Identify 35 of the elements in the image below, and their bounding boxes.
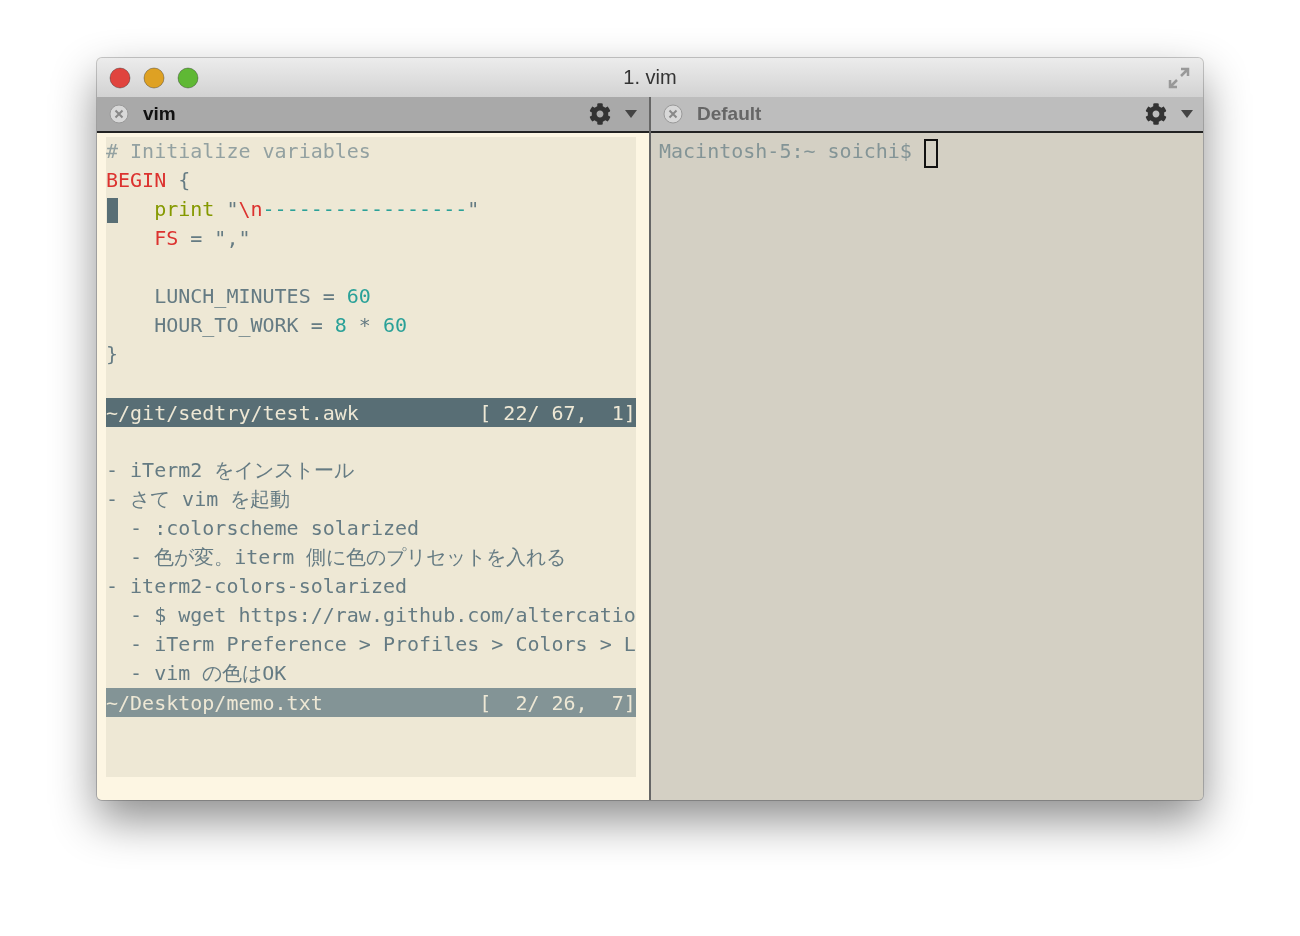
window-control-icon[interactable]: [109, 66, 131, 89]
tab-title: vim: [143, 103, 177, 125]
file-path: ~/git/sedtry/test.awk: [106, 400, 359, 425]
code-line: FS = ",": [153, 226, 251, 250]
code-line: - iTerm2 をインストール: [106, 458, 355, 482]
window-control-icon[interactable]: [143, 66, 165, 89]
block-cursor: [923, 139, 938, 169]
code-line: }: [106, 342, 119, 366]
window-control-icon[interactable]: [177, 66, 199, 89]
settings-icon[interactable]: [1145, 103, 1167, 125]
code-line: - iterm2-colors-solarized: [106, 574, 408, 598]
code-line: - :colorscheme solarized: [129, 516, 420, 540]
settings-icon[interactable]: [589, 103, 611, 125]
tab-title: Default: [697, 103, 763, 125]
caret-icon[interactable]: [625, 110, 637, 118]
close-icon[interactable]: [109, 104, 129, 124]
code-line: LUNCH_MINUTES = 60: [153, 284, 371, 308]
code-line: - vim の色はOK: [129, 661, 287, 685]
code-line: - さて vim を起動: [106, 487, 291, 511]
caret-icon[interactable]: [1181, 110, 1193, 118]
code-line: # Initialize variables: [106, 139, 371, 163]
cursor-position: [ 2/ 26, 7]: [479, 690, 636, 715]
pane-tab[interactable]: vim: [97, 97, 649, 133]
code-line: - iTerm Preference > Profiles > Colors > L: [129, 632, 636, 656]
code-line: - $ wget https://raw.github.com/altercatio: [129, 603, 636, 627]
window-title: 1. vim: [622, 66, 678, 89]
code-line: BEGIN {: [106, 168, 191, 192]
code-line: - 色が変。iterm 側に色のプリセットを入れる: [129, 545, 567, 569]
shell-prompt: Macintosh-5:~ soichi$: [659, 139, 912, 163]
fullscreen-icon[interactable]: [1167, 65, 1191, 90]
code-line: HOUR_TO_WORK = 8 * 60: [153, 313, 408, 337]
file-path: ~/Desktop/memo.txt: [106, 690, 323, 715]
close-icon[interactable]: [663, 104, 683, 124]
cursor-position: [ 22/ 67, 1]: [479, 400, 636, 425]
code-line: print "\n-----------------": [153, 197, 480, 221]
